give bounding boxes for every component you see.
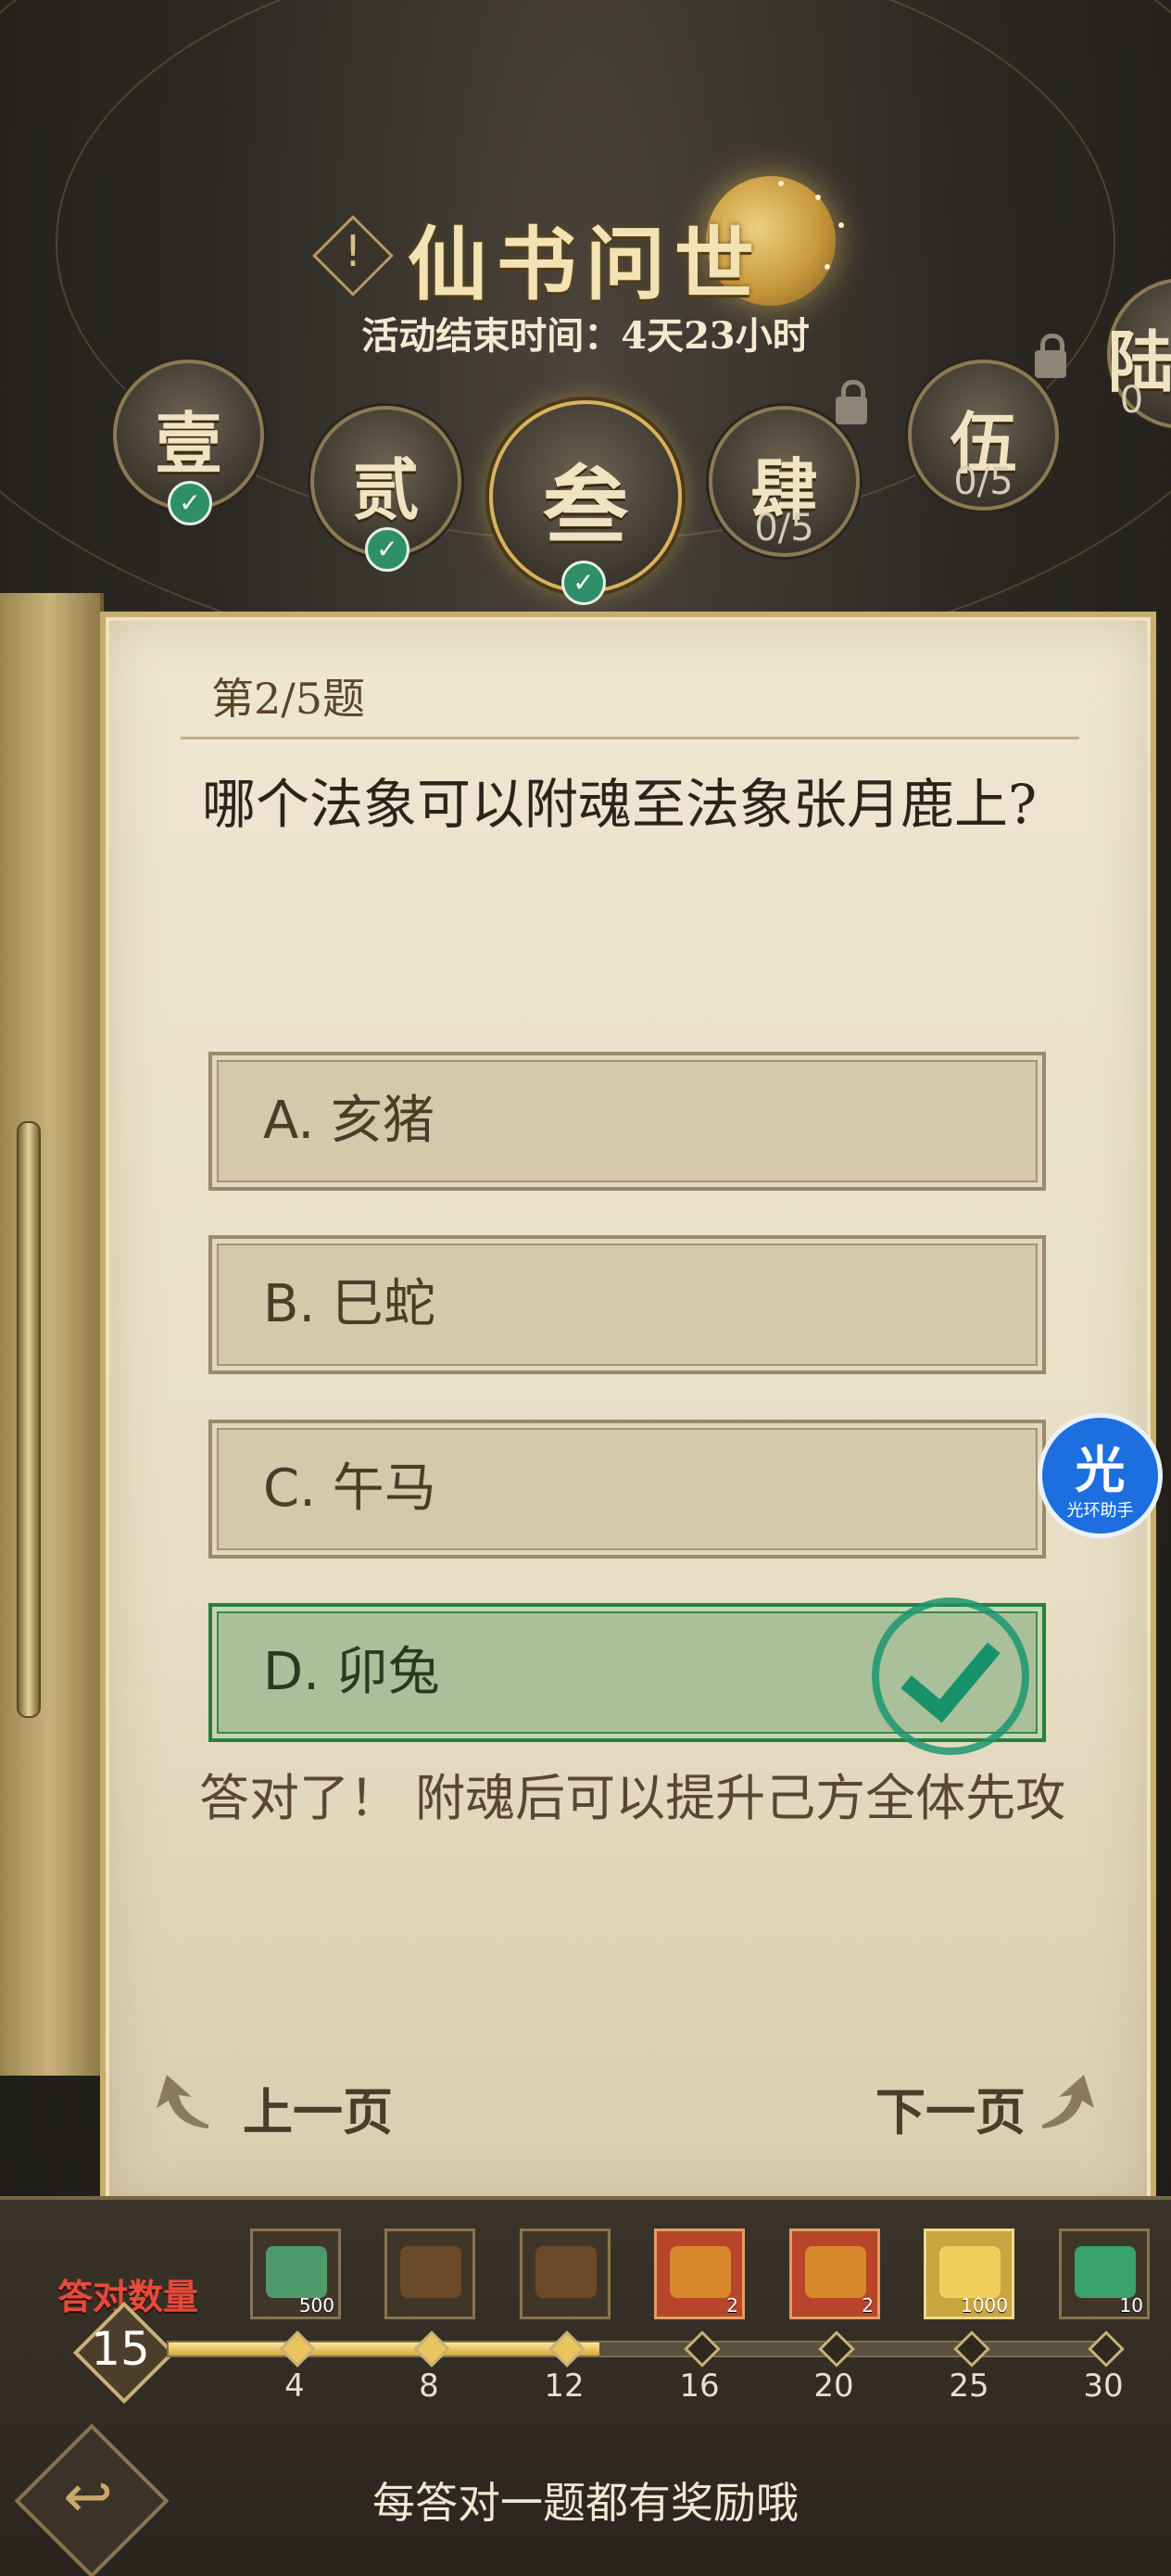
jade-icon (1075, 2246, 1136, 2298)
divider (181, 737, 1079, 739)
option-c[interactable]: C. 午马 (208, 1420, 1046, 1559)
event-end-time: 活动结束时间：4天23小时 (361, 314, 810, 358)
chapter-glyph: 壹 (155, 403, 222, 483)
chapter-4-button[interactable]: 肆 0/5 (709, 406, 860, 557)
answer-feedback: 答对了！ 附魂后可以提升己方全体先攻 (199, 1769, 1066, 1827)
banknote-icon (266, 2246, 327, 2298)
reward-quantity: 1000 (961, 2294, 1008, 2317)
gold-ingot-icon (939, 2246, 1001, 2298)
reward-item[interactable]: 10 (1059, 2229, 1150, 2319)
question-number: 第2/5题 (211, 674, 366, 724)
milestone-label: 16 (679, 2368, 720, 2405)
reward-item[interactable] (384, 2229, 475, 2319)
milestone-label: 30 (1083, 2368, 1124, 2405)
lock-icon (836, 380, 867, 424)
option-d[interactable]: D. 卯兔 (208, 1597, 1046, 1755)
correct-count-value: 15 (91, 2322, 150, 2376)
chapter-progress: 0/5 (953, 461, 1014, 503)
red-chest-icon (805, 2246, 866, 2298)
reward-item[interactable] (520, 2229, 611, 2319)
helper-float-button[interactable]: 光 光环助手 (1038, 1413, 1163, 1538)
lock-icon (1035, 334, 1066, 378)
option-label: A. 亥猪 (263, 1091, 434, 1151)
reward-item[interactable]: 2 (789, 2229, 880, 2319)
page-title: 仙书问世 (408, 218, 763, 311)
prev-page-button[interactable]: 上一页 (243, 2071, 393, 2144)
milestone-label: 8 (419, 2368, 439, 2405)
reward-item[interactable]: 2 (654, 2229, 745, 2319)
chapter-progress: 0 (1119, 379, 1144, 422)
option-a[interactable]: A. 亥猪 (208, 1052, 1046, 1191)
next-arrow-icon (1042, 2075, 1094, 2128)
reward-quantity: 500 (298, 2294, 334, 2317)
correct-check-icon (872, 1597, 1029, 1755)
side-scroll-handle[interactable] (17, 1121, 41, 1718)
milestone-label: 12 (544, 2368, 585, 2405)
question-text: 哪个法象可以附魂至法象张月鹿上? (202, 773, 1038, 836)
next-page-button[interactable]: 下一页 (875, 2071, 1026, 2144)
prev-arrow-icon (157, 2075, 208, 2128)
chapter-glyph: 叁 (542, 456, 628, 556)
quiz-screen: ! 仙书问世 活动结束时间：4天23小时 壹 ✓ 贰 ✓ 叁 ✓ 肆 0/5 伍… (0, 0, 1171, 2576)
milestone-label: 20 (813, 2368, 854, 2405)
chest-icon (535, 2246, 597, 2298)
reward-quantity: 10 (1119, 2294, 1143, 2317)
reward-item[interactable]: 500 (250, 2229, 341, 2319)
check-icon: ✓ (561, 561, 606, 605)
reward-quantity: 2 (862, 2294, 874, 2317)
footer-tip: 每答对一题都有奖励哦 (372, 2478, 799, 2528)
option-label: B. 巳蛇 (263, 1274, 436, 1334)
quiz-panel (100, 612, 1156, 2216)
option-label: D. 卯兔 (263, 1642, 440, 1702)
check-icon: ✓ (168, 481, 212, 525)
side-scroll-frame (0, 593, 104, 2076)
chapter-progress: 0/5 (754, 507, 814, 549)
option-label: C. 午马 (263, 1458, 436, 1519)
reward-item[interactable]: 1000 (924, 2229, 1014, 2319)
chapter-glyph: 贰 (352, 449, 420, 529)
chapter-5-button[interactable]: 伍 0/5 (908, 360, 1059, 511)
milestone-label: 25 (949, 2368, 989, 2405)
sparkle-icon (778, 181, 784, 186)
reward-quantity: 2 (726, 2294, 738, 2317)
check-icon: ✓ (365, 527, 409, 572)
option-b[interactable]: B. 巳蛇 (208, 1235, 1046, 1374)
chest-icon (400, 2246, 461, 2298)
reward-progress-fill (169, 2342, 599, 2355)
milestone-label: 4 (284, 2368, 305, 2405)
red-chest-icon (670, 2246, 731, 2298)
helper-label: 光环助手 (1066, 1501, 1134, 1521)
helper-logo: 光 (1075, 1440, 1126, 1499)
